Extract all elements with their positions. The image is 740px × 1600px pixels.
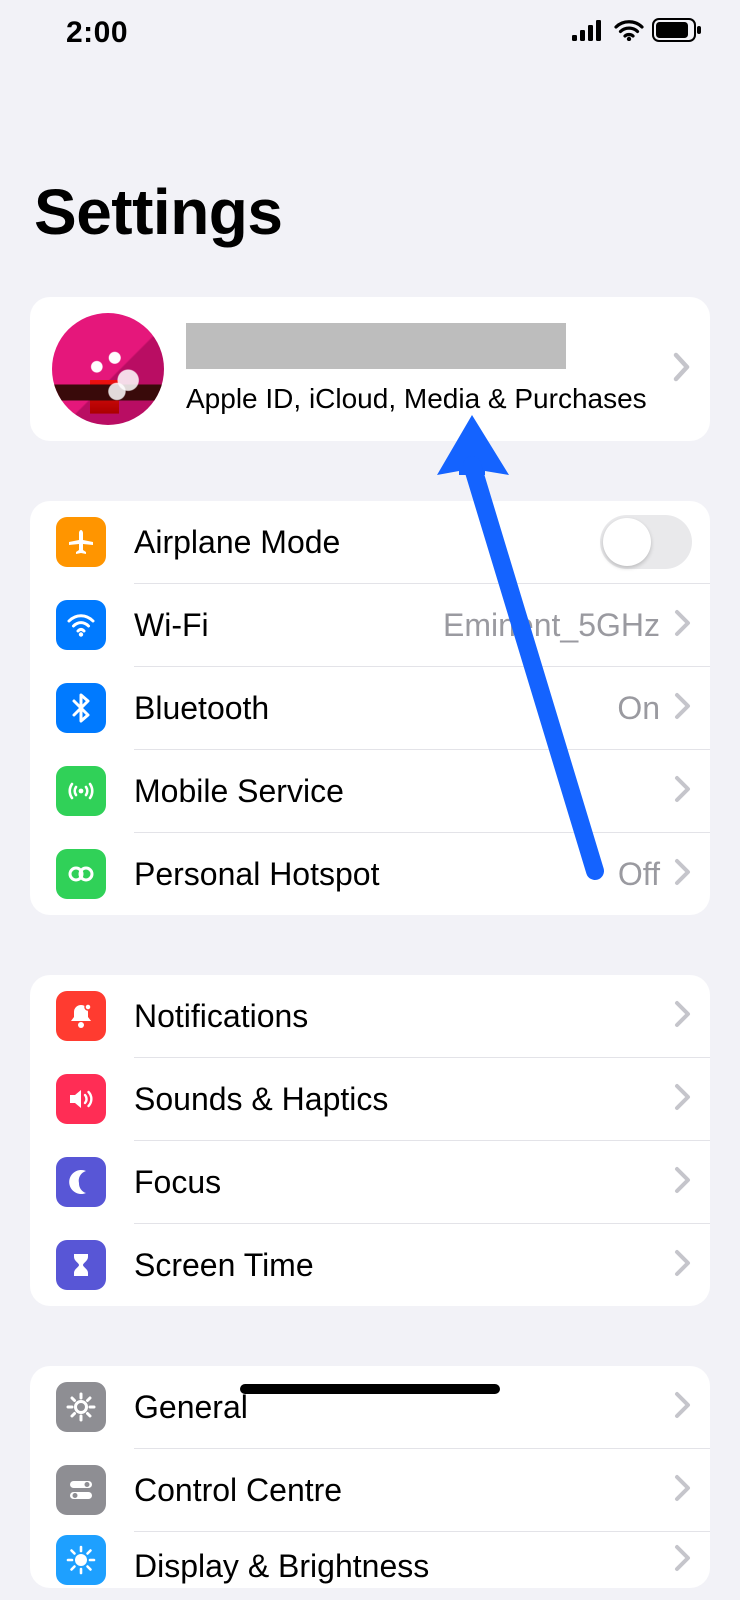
hotspot-icon bbox=[56, 849, 106, 899]
status-bar: 2:00 bbox=[0, 0, 740, 65]
chevron-right-icon bbox=[674, 691, 692, 726]
chevron-right-icon bbox=[674, 774, 692, 809]
chevron-right-icon bbox=[674, 1165, 692, 1200]
notifications-row[interactable]: Notifications bbox=[30, 975, 710, 1057]
chevron-right-icon bbox=[674, 999, 692, 1034]
sounds-row[interactable]: Sounds & Haptics bbox=[30, 1058, 710, 1140]
screen-time-label: Screen Time bbox=[134, 1247, 670, 1284]
moon-icon bbox=[56, 1157, 106, 1207]
bell-icon bbox=[56, 991, 106, 1041]
personal-hotspot-label: Personal Hotspot bbox=[134, 856, 618, 893]
wifi-label: Wi-Fi bbox=[134, 607, 443, 644]
status-time: 2:00 bbox=[66, 16, 128, 50]
chevron-right-icon bbox=[672, 351, 692, 388]
profile-name-redacted bbox=[186, 323, 566, 369]
chevron-right-icon bbox=[674, 1082, 692, 1117]
apple-id-row[interactable]: Apple ID, iCloud, Media & Purchases bbox=[30, 297, 710, 441]
airplane-icon bbox=[56, 517, 106, 567]
wifi-settings-icon bbox=[56, 600, 106, 650]
gear-icon bbox=[56, 1382, 106, 1432]
mobile-service-row[interactable]: Mobile Service bbox=[30, 750, 710, 832]
chevron-right-icon bbox=[674, 1390, 692, 1425]
speaker-icon bbox=[56, 1074, 106, 1124]
home-indicator bbox=[240, 1384, 500, 1394]
antenna-icon bbox=[56, 766, 106, 816]
attention-group: Notifications Sounds & Haptics Focus Scr… bbox=[30, 975, 710, 1306]
control-centre-label: Control Centre bbox=[134, 1472, 670, 1509]
toggles-icon bbox=[56, 1465, 106, 1515]
wifi-icon bbox=[614, 19, 644, 46]
wifi-value: Eminent_5GHz bbox=[443, 607, 660, 644]
status-indicators bbox=[572, 18, 702, 47]
screen-time-row[interactable]: Screen Time bbox=[30, 1224, 710, 1306]
display-brightness-label: Display & Brightness bbox=[134, 1548, 670, 1585]
hourglass-icon bbox=[56, 1240, 106, 1290]
page-title: Settings bbox=[0, 65, 740, 279]
chevron-right-icon bbox=[674, 1543, 692, 1578]
general-label: General bbox=[134, 1389, 670, 1426]
brightness-icon bbox=[56, 1535, 106, 1585]
mobile-service-label: Mobile Service bbox=[134, 773, 670, 810]
sounds-label: Sounds & Haptics bbox=[134, 1081, 670, 1118]
wifi-row[interactable]: Wi-Fi Eminent_5GHz bbox=[30, 584, 710, 666]
bluetooth-icon bbox=[56, 683, 106, 733]
airplane-mode-row[interactable]: Airplane Mode bbox=[30, 501, 710, 583]
control-centre-row[interactable]: Control Centre bbox=[30, 1449, 710, 1531]
airplane-mode-toggle[interactable] bbox=[600, 515, 692, 569]
bluetooth-row[interactable]: Bluetooth On bbox=[30, 667, 710, 749]
notifications-label: Notifications bbox=[134, 998, 670, 1035]
focus-label: Focus bbox=[134, 1164, 670, 1201]
profile-group: Apple ID, iCloud, Media & Purchases bbox=[30, 297, 710, 441]
display-brightness-row[interactable]: Display & Brightness bbox=[30, 1532, 710, 1588]
bluetooth-label: Bluetooth bbox=[134, 690, 617, 727]
connectivity-group: Airplane Mode Wi-Fi Eminent_5GHz Bluetoo… bbox=[30, 501, 710, 915]
general-row[interactable]: General bbox=[30, 1366, 710, 1448]
avatar bbox=[52, 313, 164, 425]
personal-hotspot-value: Off bbox=[618, 856, 660, 893]
airplane-mode-label: Airplane Mode bbox=[134, 524, 600, 561]
chevron-right-icon bbox=[674, 1248, 692, 1283]
system-group: General Control Centre Display & Brightn… bbox=[30, 1366, 710, 1588]
personal-hotspot-row[interactable]: Personal Hotspot Off bbox=[30, 833, 710, 915]
battery-icon bbox=[652, 18, 702, 47]
chevron-right-icon bbox=[674, 1473, 692, 1508]
chevron-right-icon bbox=[674, 857, 692, 892]
focus-row[interactable]: Focus bbox=[30, 1141, 710, 1223]
bluetooth-value: On bbox=[617, 690, 660, 727]
profile-subtitle: Apple ID, iCloud, Media & Purchases bbox=[186, 383, 672, 415]
profile-texts: Apple ID, iCloud, Media & Purchases bbox=[186, 323, 672, 415]
chevron-right-icon bbox=[674, 608, 692, 643]
cellular-icon bbox=[572, 19, 606, 46]
